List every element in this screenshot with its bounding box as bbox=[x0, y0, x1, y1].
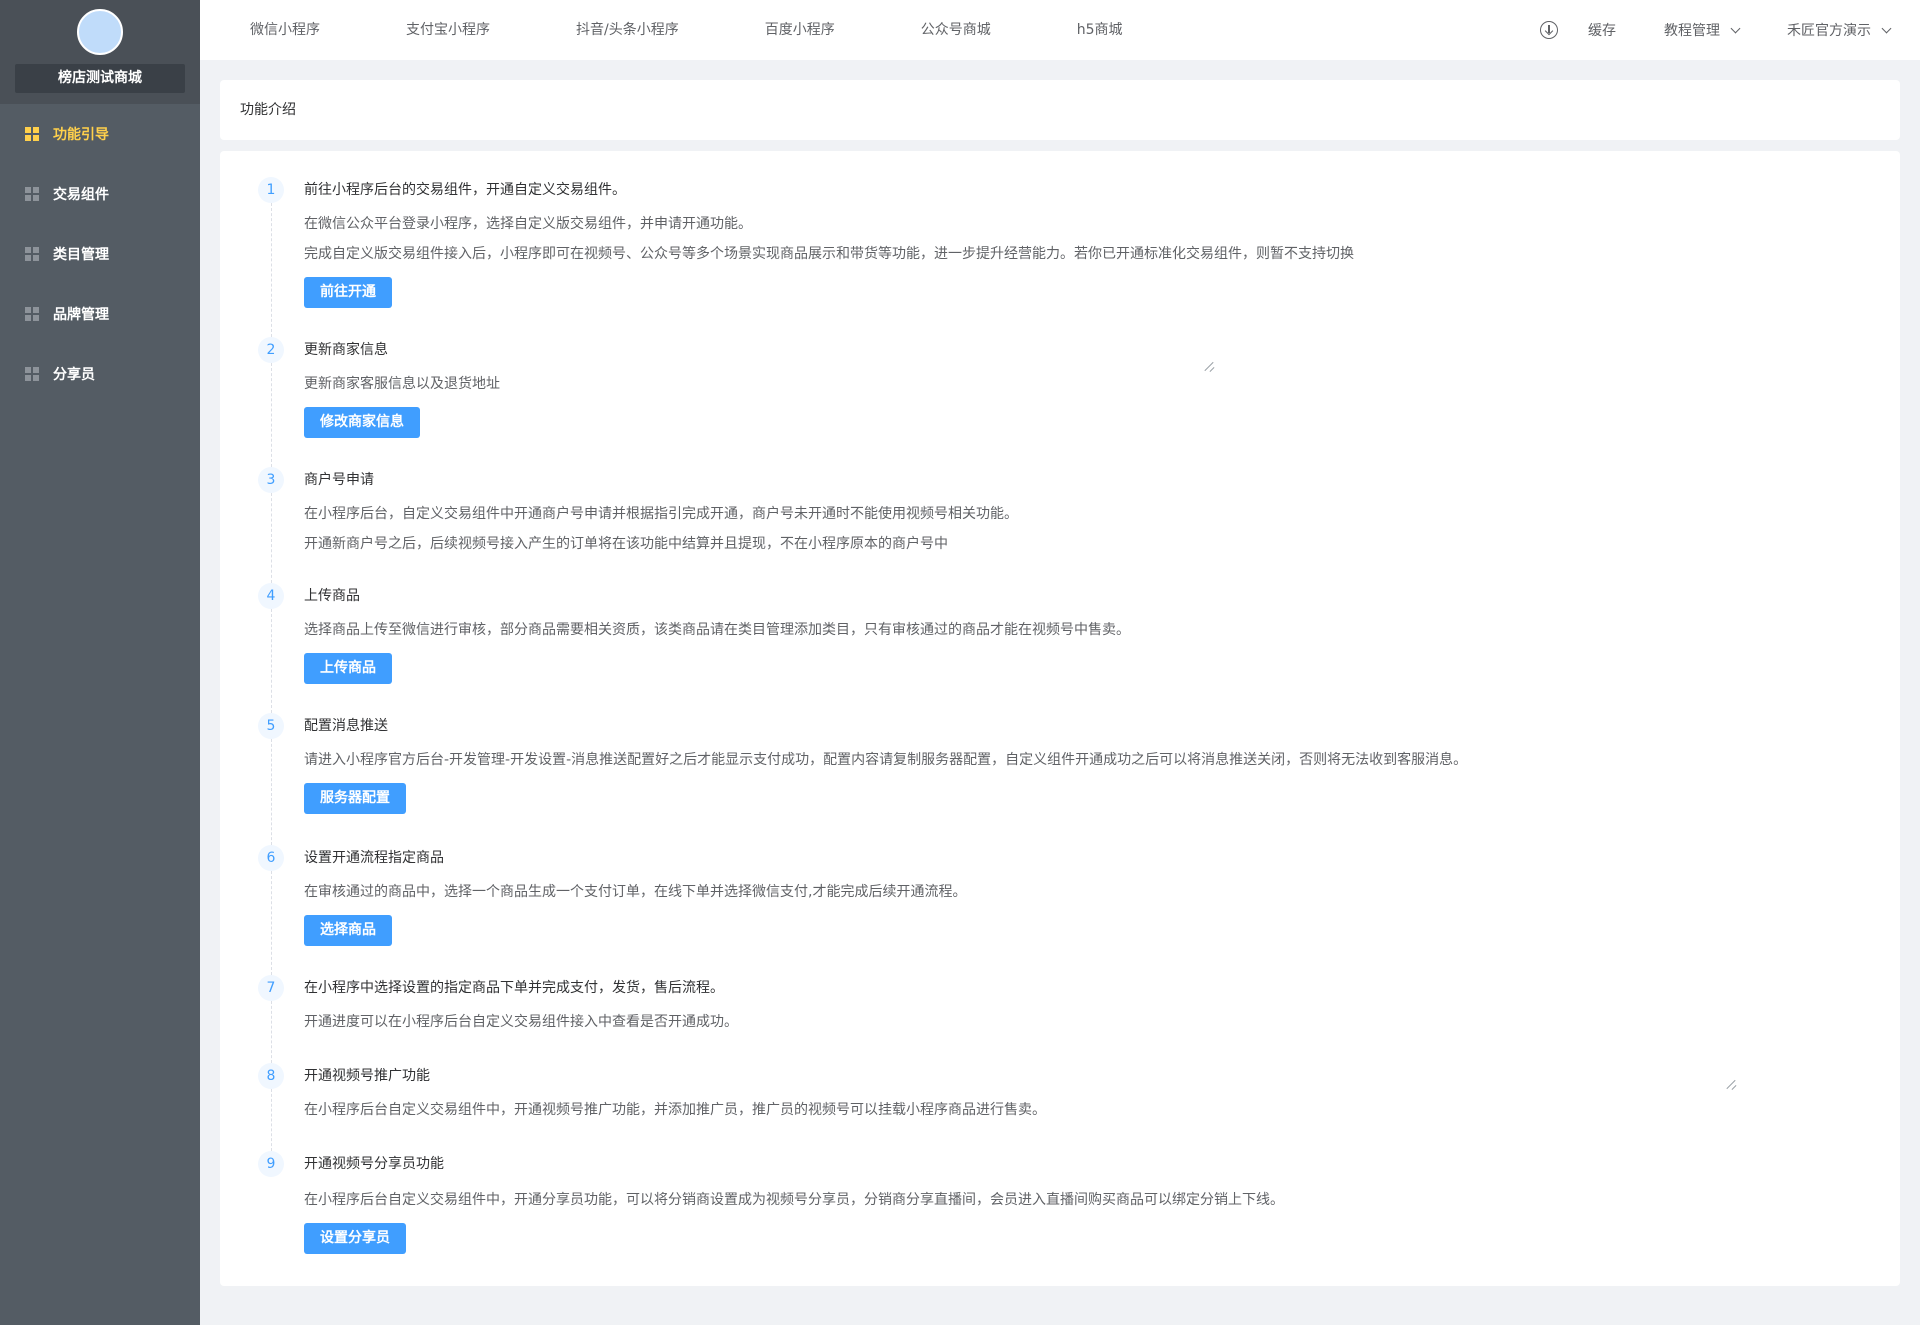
step-connector bbox=[271, 363, 272, 467]
grid-icon bbox=[25, 187, 39, 201]
cache-link[interactable]: 缓存 bbox=[1588, 20, 1616, 40]
download-icon[interactable] bbox=[1540, 21, 1558, 39]
set-sharer-button[interactable]: 设置分享员 bbox=[304, 1223, 406, 1254]
step-connector bbox=[271, 1001, 272, 1063]
sidebar-item-sharer[interactable]: 分享员 bbox=[0, 344, 200, 404]
user-name: 禾匠官方演示 bbox=[1787, 23, 1871, 39]
step-description: 在小程序后台自定义交易组件中，开通视频号推广功能，并添加推广员，推广员的视频号可… bbox=[304, 1102, 1046, 1118]
sidebar-item-label: 分享员 bbox=[53, 367, 95, 383]
go-activate-button[interactable]: 前往开通 bbox=[304, 277, 392, 308]
tab-official-account-mall[interactable]: 公众号商城 bbox=[871, 0, 1027, 60]
sidebar-item-trade-component[interactable]: 交易组件 bbox=[0, 164, 200, 224]
step-number: 9 bbox=[258, 1151, 284, 1177]
tutorial-menu[interactable]: 教程管理 bbox=[1664, 20, 1741, 40]
shop-name: 榜店测试商城 bbox=[15, 64, 185, 93]
step-title: 配置消息推送 bbox=[304, 718, 388, 734]
grid-icon bbox=[25, 307, 39, 321]
user-menu[interactable]: 禾匠官方演示 bbox=[1787, 20, 1892, 40]
step-title: 开通视频号分享员功能 bbox=[304, 1156, 444, 1172]
select-goods-button[interactable]: 选择商品 bbox=[304, 915, 392, 946]
upload-goods-button[interactable]: 上传商品 bbox=[304, 653, 392, 684]
step-number: 6 bbox=[258, 845, 284, 871]
sidebar-item-label: 类目管理 bbox=[53, 247, 109, 263]
step-title: 前往小程序后台的交易组件，开通自定义交易组件。 bbox=[304, 182, 626, 198]
tab-alipay-miniprogram[interactable]: 支付宝小程序 bbox=[356, 0, 526, 60]
sidebar-item-brand[interactable]: 品牌管理 bbox=[0, 284, 200, 344]
step-description: 开通新商户号之后，后续视频号接入产生的订单将在该功能中结算并且提现，不在小程序原… bbox=[304, 536, 948, 552]
chevron-down-icon bbox=[1730, 23, 1741, 33]
step-number: 1 bbox=[258, 177, 284, 203]
top-bar: 微信小程序 支付宝小程序 抖音/头条小程序 百度小程序 公众号商城 h5商城 缓… bbox=[200, 0, 1920, 60]
step-connector bbox=[271, 739, 272, 845]
step-description: 选择商品上传至微信进行审核，部分商品需要相关资质，该类商品请在类目管理添加类目，… bbox=[304, 622, 1130, 638]
step-description: 更新商家客服信息以及退货地址 bbox=[304, 376, 500, 392]
edit-merchant-info-button[interactable]: 修改商家信息 bbox=[304, 407, 420, 438]
tab-h5-mall[interactable]: h5商城 bbox=[1027, 0, 1159, 60]
steps-card: 1 前往小程序后台的交易组件，开通自定义交易组件。 在微信公众平台登录小程序，选… bbox=[220, 151, 1900, 1286]
step-number: 7 bbox=[258, 975, 284, 1001]
step-connector bbox=[271, 203, 272, 337]
grid-icon bbox=[25, 127, 39, 141]
sidebar-nav: 功能引导 交易组件 类目管理 品牌管理 分享员 bbox=[0, 104, 200, 404]
resize-handle-icon bbox=[1724, 1077, 1736, 1089]
step-connector bbox=[271, 871, 272, 975]
step-number: 3 bbox=[258, 467, 284, 493]
step-description: 在审核通过的商品中，选择一个商品生成一个支付订单，在线下单并选择微信支付,才能完… bbox=[304, 884, 967, 900]
step-number: 4 bbox=[258, 583, 284, 609]
step-description: 开通进度可以在小程序后台自定义交易组件接入中查看是否开通成功。 bbox=[304, 1014, 738, 1030]
tab-baidu-miniprogram[interactable]: 百度小程序 bbox=[715, 0, 871, 60]
top-nav: 微信小程序 支付宝小程序 抖音/头条小程序 百度小程序 公众号商城 h5商城 bbox=[200, 0, 1159, 60]
sidebar-item-guide[interactable]: 功能引导 bbox=[0, 104, 200, 164]
step-description: 在微信公众平台登录小程序，选择自定义版交易组件，并申请开通功能。 bbox=[304, 216, 752, 232]
step-title: 更新商家信息 bbox=[304, 342, 388, 358]
resize-handle-icon bbox=[1202, 359, 1214, 371]
step-title: 开通视频号推广功能 bbox=[304, 1068, 430, 1084]
step-number: 2 bbox=[258, 337, 284, 363]
step-connector bbox=[271, 1089, 272, 1151]
tutorial-label: 教程管理 bbox=[1664, 23, 1720, 39]
tab-wechat-miniprogram[interactable]: 微信小程序 bbox=[200, 0, 356, 60]
step-number: 8 bbox=[258, 1063, 284, 1089]
step-title: 在小程序中选择设置的指定商品下单并完成支付，发货，售后流程。 bbox=[304, 980, 724, 996]
grid-icon bbox=[25, 367, 39, 381]
chevron-down-icon bbox=[1881, 23, 1892, 33]
step-description: 在小程序后台，自定义交易组件中开通商户号申请并根据指引完成开通，商户号未开通时不… bbox=[304, 506, 1018, 522]
sidebar: 榜店测试商城 功能引导 交易组件 类目管理 品牌管理 分享员 bbox=[0, 0, 200, 1325]
step-connector bbox=[271, 493, 272, 583]
avatar[interactable] bbox=[77, 9, 123, 55]
step-title: 设置开通流程指定商品 bbox=[304, 850, 444, 866]
sidebar-item-category[interactable]: 类目管理 bbox=[0, 224, 200, 284]
server-config-button[interactable]: 服务器配置 bbox=[304, 783, 406, 814]
sidebar-item-label: 交易组件 bbox=[53, 187, 109, 203]
sidebar-item-label: 品牌管理 bbox=[53, 307, 109, 323]
step-number: 5 bbox=[258, 713, 284, 739]
page-title: 功能介绍 bbox=[240, 102, 296, 118]
tab-douyin-miniprogram[interactable]: 抖音/头条小程序 bbox=[526, 0, 715, 60]
brand-area: 榜店测试商城 bbox=[0, 0, 200, 104]
grid-icon bbox=[25, 247, 39, 261]
step-description: 完成自定义版交易组件接入后，小程序即可在视频号、公众号等多个场景实现商品展示和带… bbox=[304, 246, 1354, 262]
step-description: 请进入小程序官方后台-开发管理-开发设置-消息推送配置好之后才能显示支付成功，配… bbox=[304, 752, 1468, 768]
page-header-card: 功能介绍 bbox=[220, 80, 1900, 140]
step-title: 上传商品 bbox=[304, 588, 360, 604]
sidebar-item-label: 功能引导 bbox=[53, 127, 109, 143]
step-description: 在小程序后台自定义交易组件中，开通分享员功能，可以将分销商设置成为视频号分享员，… bbox=[304, 1192, 1284, 1208]
step-connector bbox=[271, 609, 272, 713]
step-title: 商户号申请 bbox=[304, 472, 374, 488]
top-right-tools: 缓存 教程管理 禾匠官方演示 bbox=[1540, 0, 1920, 60]
